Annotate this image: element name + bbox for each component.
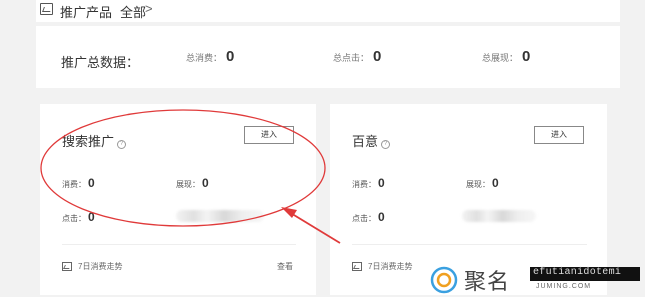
clicks-value: 0 [378, 210, 385, 224]
total-clicks: 总点击： 0 [333, 48, 381, 65]
enter-button[interactable]: 进入 [244, 126, 294, 144]
card-title: 搜索推广? [62, 131, 127, 150]
impressions-label: 展现： [466, 180, 490, 189]
trend-label: 7日消费走势 [368, 262, 413, 271]
watermark-url: efutianidotemi [533, 267, 622, 278]
total-impressions: 总展现： 0 [482, 48, 530, 65]
card-title-text: 搜索推广 [62, 134, 115, 149]
clicks-label: 点击： [352, 214, 376, 223]
divider [352, 244, 587, 245]
page-title: 推广产品 [60, 5, 113, 20]
view-link[interactable]: 查看 [277, 261, 293, 272]
spend-label: 消费： [62, 180, 86, 189]
divider [62, 244, 296, 245]
trend-chart-icon [352, 262, 362, 271]
trend-chart-icon [62, 262, 72, 271]
trend-label: 7日消费走势 [78, 262, 123, 271]
brand-logo-icon [430, 266, 458, 294]
impressions-value: 0 [202, 176, 209, 190]
redacted-area [462, 210, 536, 222]
enter-button[interactable]: 进入 [534, 126, 584, 144]
spend-metric: 消费： 0 [352, 176, 385, 190]
total-spend: 总消费： 0 [186, 48, 234, 65]
card-title: 百意? [352, 131, 391, 150]
spend-label: 消费： [352, 180, 376, 189]
chart-icon [40, 3, 53, 15]
card-title-text: 百意 [352, 134, 379, 149]
spend-metric: 消费： 0 [62, 176, 95, 190]
help-icon[interactable]: ? [117, 140, 127, 149]
spend-value: 0 [88, 176, 95, 190]
summary-panel: 推广总数据： 总消费： 0 总点击： 0 总展现： 0 [36, 26, 620, 88]
total-clicks-value: 0 [373, 48, 382, 65]
impressions-metric: 展现： 0 [466, 176, 499, 190]
clicks-value: 0 [88, 210, 95, 224]
total-impressions-value: 0 [522, 48, 531, 65]
clicks-label: 点击： [62, 214, 86, 223]
clicks-metric: 点击： 0 [352, 210, 385, 224]
impressions-value: 0 [492, 176, 499, 190]
impressions-metric: 展现： 0 [176, 176, 209, 190]
total-spend-label: 总消费： [186, 53, 223, 63]
chevron-right-icon[interactable]: > [145, 1, 153, 16]
total-spend-value: 0 [226, 48, 235, 65]
summary-label: 推广总数据： [61, 55, 140, 70]
clicks-metric: 点击： 0 [62, 210, 95, 224]
total-impressions-label: 总展现： [482, 53, 519, 63]
total-clicks-label: 总点击： [333, 53, 370, 63]
spend-value: 0 [378, 176, 385, 190]
watermark-brand: 聚名 [464, 270, 511, 295]
all-products-link[interactable]: 全部 [120, 2, 146, 21]
search-promotion-card: 搜索推广? 进入 消费： 0 展现： 0 点击： 0 7日消费走势 查看 [40, 104, 316, 295]
watermark: 聚名 efutianidotemi JUMING.COM [430, 262, 645, 297]
help-icon[interactable]: ? [381, 140, 391, 149]
redacted-area [176, 210, 264, 222]
impressions-label: 展现： [176, 180, 200, 189]
watermark-sub: JUMING.COM [536, 283, 592, 290]
